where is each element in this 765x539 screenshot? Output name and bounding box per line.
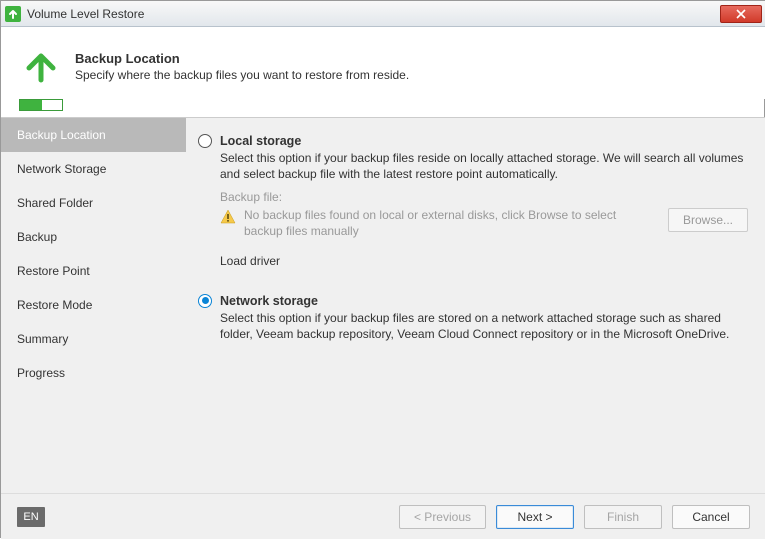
sidebar-item-label: Restore Point xyxy=(17,264,90,278)
wizard-header: Backup Location Specify where the backup… xyxy=(1,27,765,99)
radio-icon xyxy=(198,134,212,148)
wizard-steps-sidebar: Backup Location Network Storage Shared F… xyxy=(1,118,186,538)
sidebar-item-network-storage[interactable]: Network Storage xyxy=(1,152,186,186)
option-desc: Select this option if your backup files … xyxy=(220,310,748,342)
sidebar-item-progress[interactable]: Progress xyxy=(1,356,186,390)
sidebar-item-label: Progress xyxy=(17,366,65,380)
option-local-storage: Local storage Select this option if your… xyxy=(198,134,748,268)
sidebar-item-backup[interactable]: Backup xyxy=(1,220,186,254)
page-subtitle: Specify where the backup files you want … xyxy=(75,68,409,82)
sidebar-item-summary[interactable]: Summary xyxy=(1,322,186,356)
language-indicator[interactable]: EN xyxy=(17,507,45,527)
load-driver-link[interactable]: Load driver xyxy=(220,254,748,268)
wizard-footer: EN < Previous Next > Finish Cancel xyxy=(1,493,765,539)
warning-text: No backup files found on local or extern… xyxy=(244,208,650,239)
cancel-button[interactable]: Cancel xyxy=(672,505,750,529)
option-title: Local storage xyxy=(220,134,301,148)
restore-up-icon xyxy=(19,37,63,95)
titlebar: Volume Level Restore xyxy=(1,1,765,27)
wizard-body: Backup Location Network Storage Shared F… xyxy=(1,118,765,538)
previous-button[interactable]: < Previous xyxy=(399,505,486,529)
option-network-storage: Network storage Select this option if yo… xyxy=(198,294,748,342)
wizard-progress-indicator xyxy=(19,99,63,111)
app-icon xyxy=(5,6,21,22)
radio-local-storage[interactable]: Local storage xyxy=(198,134,748,148)
finish-button[interactable]: Finish xyxy=(584,505,662,529)
option-title: Network storage xyxy=(220,294,318,308)
sidebar-item-shared-folder[interactable]: Shared Folder xyxy=(1,186,186,220)
sidebar-item-restore-mode[interactable]: Restore Mode xyxy=(1,288,186,322)
backup-file-label: Backup file: xyxy=(220,190,748,204)
sidebar-item-label: Backup Location xyxy=(17,128,106,142)
page-title: Backup Location xyxy=(75,51,409,66)
sidebar-item-label: Backup xyxy=(17,230,57,244)
sidebar-item-restore-point[interactable]: Restore Point xyxy=(1,254,186,288)
browse-button[interactable]: Browse... xyxy=(668,208,748,232)
sidebar-item-backup-location[interactable]: Backup Location xyxy=(1,118,186,152)
close-button[interactable] xyxy=(720,5,762,23)
option-desc: Select this option if your backup files … xyxy=(220,150,748,182)
sidebar-item-label: Network Storage xyxy=(17,162,106,176)
wizard-content: Local storage Select this option if your… xyxy=(186,118,765,538)
sidebar-item-label: Shared Folder xyxy=(17,196,93,210)
next-button[interactable]: Next > xyxy=(496,505,574,529)
window-title: Volume Level Restore xyxy=(27,7,144,21)
radio-network-storage[interactable]: Network storage xyxy=(198,294,748,308)
sidebar-item-label: Summary xyxy=(17,332,68,346)
close-icon xyxy=(736,9,746,19)
sidebar-item-label: Restore Mode xyxy=(17,298,92,312)
radio-icon xyxy=(198,294,212,308)
warning-icon xyxy=(220,209,236,225)
